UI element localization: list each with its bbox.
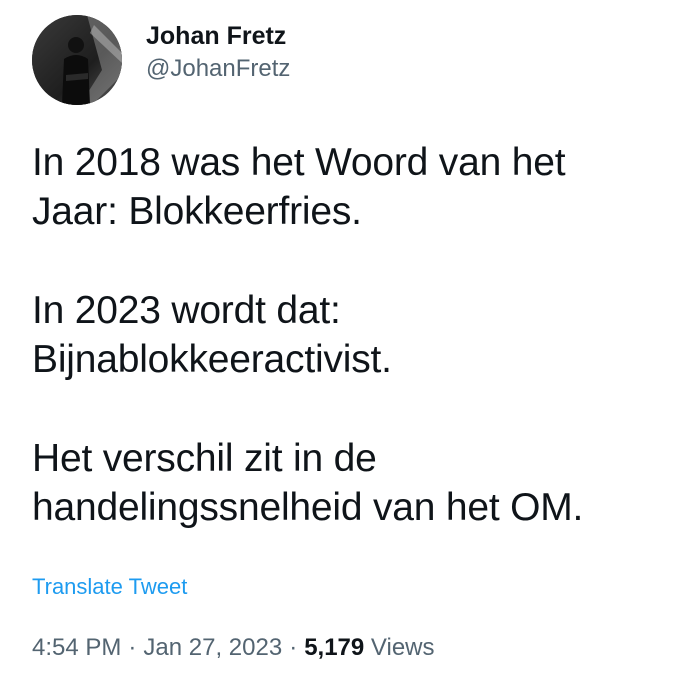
- tweet-time[interactable]: 4:54 PM: [32, 634, 121, 661]
- user-handle[interactable]: @JohanFretz: [146, 52, 290, 86]
- tweet-header: Johan Fretz @JohanFretz: [32, 14, 290, 106]
- tweet-paragraph: In 2023 wordt dat: Bijnablokkeeractivist…: [32, 286, 672, 384]
- tweet-line: Bijnablokkeeractivist.: [32, 338, 392, 381]
- tweet-card: Johan Fretz @JohanFretz In 2018 was het …: [0, 0, 691, 684]
- tweet-line: Het verschil zit in de: [32, 437, 377, 480]
- views-count[interactable]: 5,179: [304, 634, 364, 661]
- tweet-meta: 4:54 PM · Jan 27, 2023 · 5,179 Views: [32, 633, 435, 663]
- author-names: Johan Fretz @JohanFretz: [146, 20, 290, 86]
- translate-tweet-link[interactable]: Translate Tweet: [32, 573, 187, 601]
- display-name[interactable]: Johan Fretz: [146, 20, 290, 52]
- avatar[interactable]: [32, 15, 122, 105]
- tweet-text: In 2018 was het Woord van het Jaar: Blok…: [32, 138, 672, 532]
- tweet-line: handelingssnelheid van het OM.: [32, 486, 584, 529]
- meta-separator: ·: [128, 634, 137, 661]
- tweet-paragraph: In 2018 was het Woord van het Jaar: Blok…: [32, 138, 672, 236]
- tweet-line: Jaar: Blokkeerfries.: [32, 190, 362, 233]
- tweet-line: In 2018 was het Woord van het: [32, 141, 566, 184]
- tweet-line: In 2023 wordt dat:: [32, 289, 341, 332]
- profile-photo-icon: [32, 15, 122, 105]
- views-label[interactable]: Views: [371, 634, 435, 661]
- meta-separator: ·: [289, 634, 298, 661]
- tweet-date[interactable]: Jan 27, 2023: [143, 634, 282, 661]
- tweet-paragraph: Het verschil zit in de handelingssnelhei…: [32, 434, 672, 532]
